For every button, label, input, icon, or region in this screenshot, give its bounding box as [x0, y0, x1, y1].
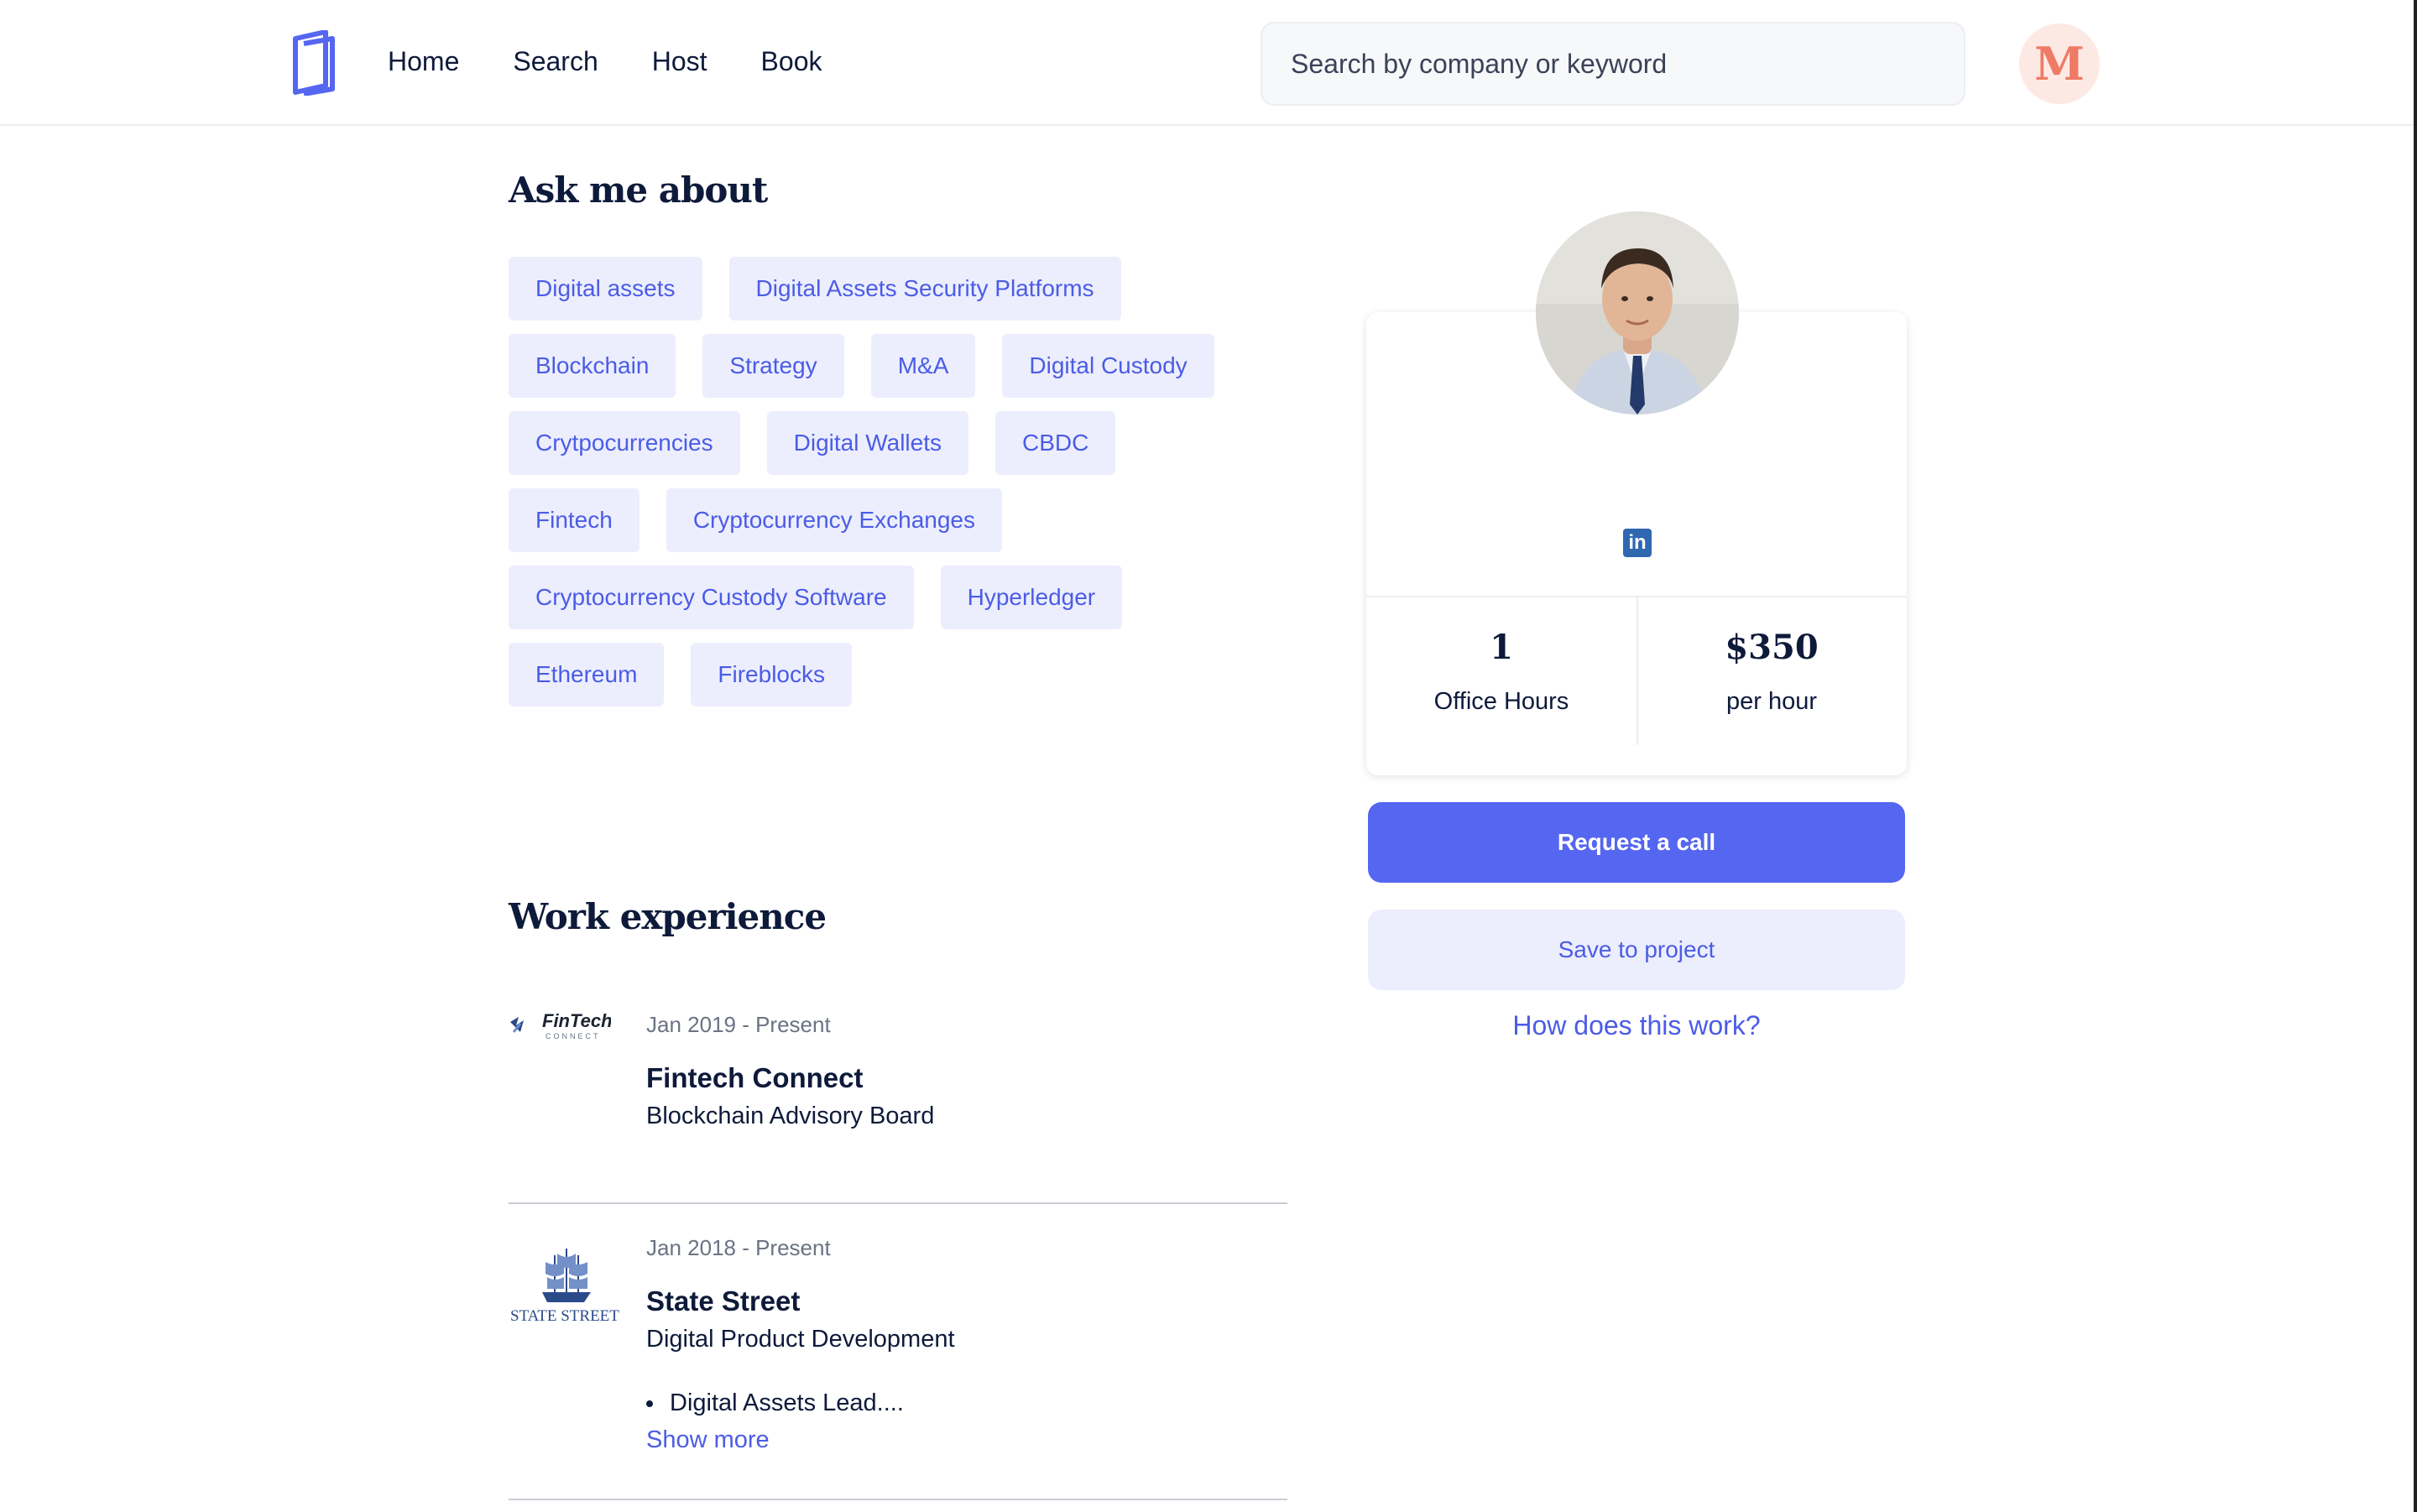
nav-book[interactable]: Book	[761, 42, 822, 81]
app-logo-icon[interactable]	[289, 30, 337, 96]
window-edge	[2414, 0, 2417, 1512]
linkedin-icon[interactable]: in	[1623, 529, 1652, 557]
tag-row: Cryptocurrency Custody Software Hyperled…	[509, 566, 1264, 629]
tag-row: Digital assets Digital Assets Security P…	[509, 257, 1264, 321]
svg-text:FinTech: FinTech	[542, 1010, 611, 1031]
job-company: Fintech Connect	[646, 1062, 864, 1093]
how-does-this-work-link[interactable]: How does this work?	[1368, 1010, 1905, 1041]
job-entry: FinTech CONNECT Jan 2019 - Present Finte…	[509, 1007, 1289, 1133]
job-divider	[509, 1499, 1287, 1500]
main-nav: Home Search Host Book	[388, 42, 875, 81]
work-experience-heading: Work experience	[509, 896, 827, 937]
topic-tag[interactable]: Digital Assets Security Platforms	[728, 257, 1121, 321]
job-role: Digital Product Development	[646, 1326, 955, 1353]
job-dates: Jan 2019 - Present	[646, 1012, 831, 1037]
nav-host[interactable]: Host	[652, 42, 707, 81]
request-call-button[interactable]: Request a call	[1368, 802, 1905, 883]
show-more-link[interactable]: Show more	[646, 1426, 770, 1454]
tag-row: Fintech Cryptocurrency Exchanges	[509, 488, 1264, 552]
top-navigation-bar: Home Search Host Book M	[0, 0, 2417, 126]
save-to-project-button[interactable]: Save to project	[1368, 910, 1905, 990]
search-input[interactable]	[1262, 23, 1964, 104]
topic-tag[interactable]: Digital Wallets	[766, 411, 968, 475]
topic-tag[interactable]: Digital Custody	[1002, 334, 1214, 398]
topic-tag[interactable]: Strategy	[702, 334, 844, 398]
office-hours-count: 1	[1490, 628, 1513, 667]
bullet-dot	[646, 1400, 653, 1408]
svg-text:STATE STREET.: STATE STREET.	[510, 1307, 619, 1324]
topic-tag[interactable]: CBDC	[994, 411, 1116, 475]
profile-photo	[1536, 211, 1739, 414]
tag-row: Crytpocurrencies Digital Wallets CBDC	[509, 411, 1264, 475]
topic-tag[interactable]: Digital assets	[509, 257, 702, 321]
tag-row: Blockchain Strategy M&A Digital Custody	[509, 334, 1264, 398]
topic-tag[interactable]: Blockchain	[509, 334, 676, 398]
topic-tags: Digital assets Digital Assets Security P…	[509, 257, 1264, 720]
svg-text:CONNECT: CONNECT	[546, 1032, 601, 1040]
profile-portrait	[1536, 211, 1739, 414]
job-bullet-text: Digital Assets Lead....	[670, 1389, 904, 1416]
state-street-logo: STATE STREET.	[510, 1249, 619, 1324]
user-avatar[interactable]: M	[2019, 23, 2100, 104]
topic-tag[interactable]: Ethereum	[509, 643, 665, 706]
topic-tag[interactable]: Fintech	[509, 488, 639, 552]
fintech-connect-logo: FinTech CONNECT	[510, 1010, 611, 1040]
search-box	[1261, 22, 1965, 106]
hourly-rate: $350	[1725, 628, 1819, 667]
nav-search[interactable]: Search	[513, 42, 598, 81]
office-hours-label: Office Hours	[1433, 688, 1569, 715]
stats-vertical-divider	[1637, 597, 1638, 745]
topic-tag[interactable]: Crytpocurrencies	[509, 411, 740, 475]
topic-tag[interactable]: M&A	[870, 334, 976, 398]
job-company: State Street	[646, 1285, 801, 1316]
topic-tag[interactable]: Hyperledger	[940, 566, 1123, 629]
job-bullet: Digital Assets Lead....	[646, 1389, 904, 1417]
topic-tag[interactable]: Cryptocurrency Exchanges	[666, 488, 1002, 552]
ask-me-about-heading: Ask me about	[509, 169, 768, 211]
tag-row: Ethereum Fireblocks	[509, 643, 1264, 706]
job-role: Blockchain Advisory Board	[646, 1103, 935, 1129]
topic-tag[interactable]: Fireblocks	[691, 643, 852, 706]
nav-home[interactable]: Home	[388, 42, 459, 81]
job-entry: STATE STREET. Jan 2018 - Present State S…	[509, 1230, 1289, 1465]
topic-tag[interactable]: Cryptocurrency Custody Software	[509, 566, 914, 629]
hourly-rate-label: per hour	[1725, 688, 1817, 715]
job-dates: Jan 2018 - Present	[646, 1235, 831, 1260]
job-divider	[509, 1202, 1287, 1204]
